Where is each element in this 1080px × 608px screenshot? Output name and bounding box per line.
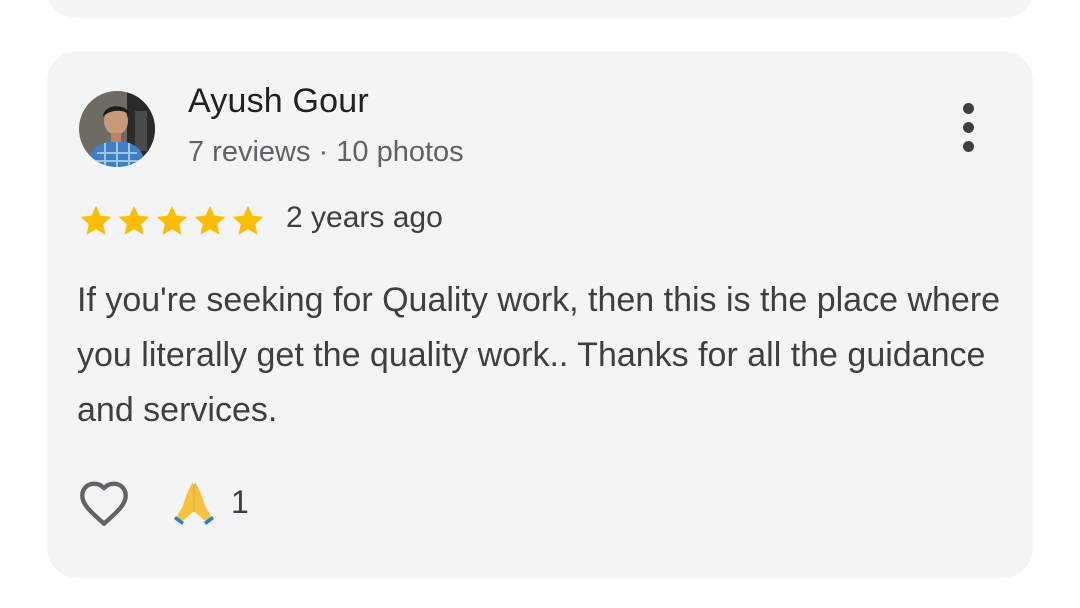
star-icon <box>118 205 150 235</box>
star-icon <box>156 205 188 235</box>
previous-review-card <box>47 0 1033 18</box>
author-meta: 7 reviews · 10 photos <box>188 136 464 168</box>
reaction-count: 1 <box>231 483 249 520</box>
more-vertical-icon-dot <box>963 141 974 152</box>
user-avatar[interactable] <box>79 91 155 167</box>
reaction-chip[interactable]: 1 <box>172 478 249 526</box>
more-options-button[interactable] <box>947 101 991 155</box>
star-icon <box>194 205 226 235</box>
folded-hands-icon <box>174 482 214 525</box>
avatar-photo <box>79 91 155 167</box>
author-name[interactable]: Ayush Gour <box>188 82 369 121</box>
star-icon <box>232 205 264 235</box>
more-vertical-icon-dot <box>963 122 974 133</box>
star-rating <box>77 202 267 240</box>
review-time: 2 years ago <box>286 201 443 234</box>
review-card: Ayush Gour 7 reviews · 10 photos 2 years… <box>47 51 1033 578</box>
heart-outline-icon <box>80 481 128 526</box>
more-vertical-icon <box>963 103 974 114</box>
review-text: If you're seeking for Quality work, then… <box>77 281 1001 429</box>
like-button[interactable] <box>75 474 133 532</box>
star-icon <box>80 205 112 235</box>
